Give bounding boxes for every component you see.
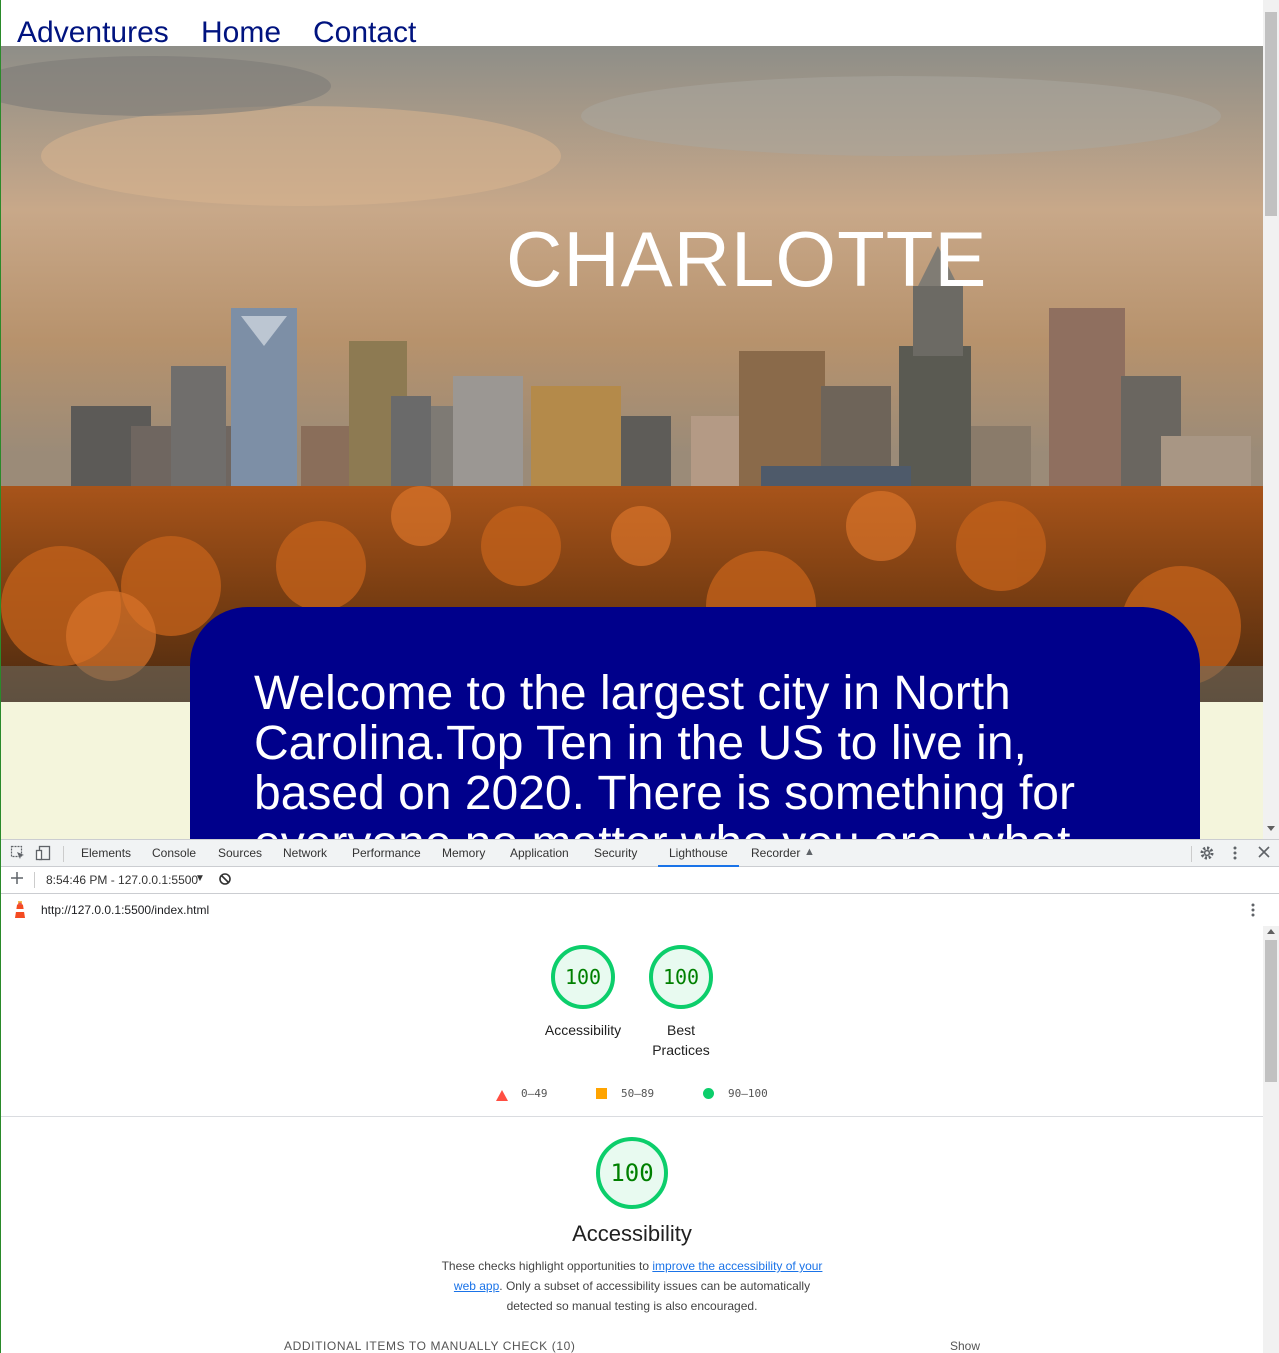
settings-gear-icon[interactable]	[1199, 845, 1215, 864]
report-menu-icon[interactable]	[1249, 902, 1257, 921]
welcome-card: Welcome to the largest city in North Car…	[190, 607, 1200, 839]
manual-check-header[interactable]: ADDITIONAL ITEMS TO MANUALLY CHECK (10)	[284, 1339, 575, 1353]
hero-image: CHARLOTTE	[1, 46, 1263, 702]
legend-pass-range: 90–100	[728, 1087, 768, 1100]
page-viewport: Adventures Home Contact CHARLOTTE Welcom…	[1, 0, 1263, 839]
best-practices-score-gauge[interactable]: 100	[649, 945, 713, 1009]
accessibility-section-gauge: 100	[596, 1137, 668, 1209]
tabbar-separator	[1191, 846, 1192, 862]
report-url[interactable]: http://127.0.0.1:5500/index.html	[41, 903, 209, 917]
accessibility-gauge-label[interactable]: Accessibility	[533, 1020, 633, 1040]
legend-fail-range: 0–49	[521, 1087, 548, 1100]
scroll-up-arrow[interactable]	[1267, 929, 1275, 934]
manual-check-title: ADDITIONAL ITEMS TO MANUALLY CHECK	[284, 1339, 548, 1353]
close-devtools-icon[interactable]	[1257, 845, 1271, 862]
skyline-illustration	[1, 46, 1263, 702]
page-scrollbar[interactable]	[1263, 0, 1279, 839]
section-divider	[1, 1116, 1263, 1117]
description-text-start: These checks highlight opportunities to	[441, 1259, 653, 1273]
best-practices-gauge-label-line2[interactable]: Practices	[631, 1040, 731, 1060]
report-scrollbar-thumb[interactable]	[1265, 940, 1277, 1082]
show-toggle-button[interactable]: Show	[950, 1339, 980, 1353]
accessibility-score-gauge[interactable]: 100	[551, 945, 615, 1009]
manual-check-count: (10)	[551, 1339, 576, 1353]
best-practices-gauge-label-line1[interactable]: Best	[631, 1020, 731, 1040]
nav-link-contact[interactable]: Contact	[313, 14, 416, 52]
nav-link-home[interactable]: Home	[201, 14, 281, 52]
devtools-tabbar: Elements Console Sources Network Perform…	[1, 839, 1279, 867]
welcome-text: Welcome to the largest city in North Car…	[254, 667, 1075, 840]
tab-memory[interactable]: Memory	[442, 840, 485, 867]
flask-icon: ▲	[804, 846, 815, 858]
fail-triangle-icon	[496, 1088, 508, 1106]
top-nav: Adventures Home Contact	[1, 0, 1263, 49]
lighthouse-toolbar: 8:54:46 PM - 127.0.0.1:5500 ▼	[1, 867, 1279, 894]
tab-elements[interactable]: Elements	[81, 840, 131, 867]
tab-network[interactable]: Network	[283, 840, 327, 867]
tab-performance[interactable]: Performance	[352, 840, 421, 867]
accessibility-description: These checks highlight opportunities to …	[432, 1256, 832, 1316]
tab-security[interactable]: Security	[594, 840, 637, 867]
devtools-panel: Elements Console Sources Network Perform…	[1, 839, 1279, 1353]
tab-lighthouse[interactable]: Lighthouse	[658, 840, 739, 867]
description-text-end: . Only a subset of accessibility issues …	[499, 1279, 811, 1313]
more-options-icon[interactable]	[1231, 845, 1239, 864]
hero-title: CHARLOTTE	[506, 215, 988, 303]
average-square-icon	[596, 1088, 607, 1099]
tab-application[interactable]: Application	[510, 840, 569, 867]
lighthouse-report: 100 Accessibility 100 Best Practices 0–4…	[1, 926, 1263, 1353]
tab-console[interactable]: Console	[152, 840, 196, 867]
dropdown-arrow-icon[interactable]: ▼	[195, 873, 205, 884]
clear-block-icon[interactable]	[218, 872, 232, 889]
pass-circle-icon	[703, 1088, 714, 1099]
device-toolbar-icon[interactable]	[35, 845, 51, 864]
accessibility-section-title: Accessibility	[572, 1221, 692, 1246]
inspect-element-icon[interactable]	[10, 845, 26, 864]
legend-average-range: 50–89	[621, 1087, 655, 1100]
page-scrollbar-thumb[interactable]	[1265, 12, 1277, 216]
tab-recorder[interactable]: Recorder	[751, 840, 800, 867]
report-select[interactable]: 8:54:46 PM - 127.0.0.1:5500	[46, 873, 198, 887]
lighthouse-logo-icon	[13, 901, 27, 922]
tabbar-separator	[63, 846, 64, 862]
toolbar-separator	[34, 872, 35, 888]
report-url-bar: http://127.0.0.1:5500/index.html	[1, 894, 1279, 927]
scroll-down-arrow[interactable]	[1267, 826, 1275, 831]
tab-sources[interactable]: Sources	[218, 840, 262, 867]
new-report-plus-icon[interactable]	[10, 871, 24, 888]
nav-link-adventures[interactable]: Adventures	[17, 14, 169, 52]
report-scrollbar[interactable]	[1263, 926, 1279, 1353]
